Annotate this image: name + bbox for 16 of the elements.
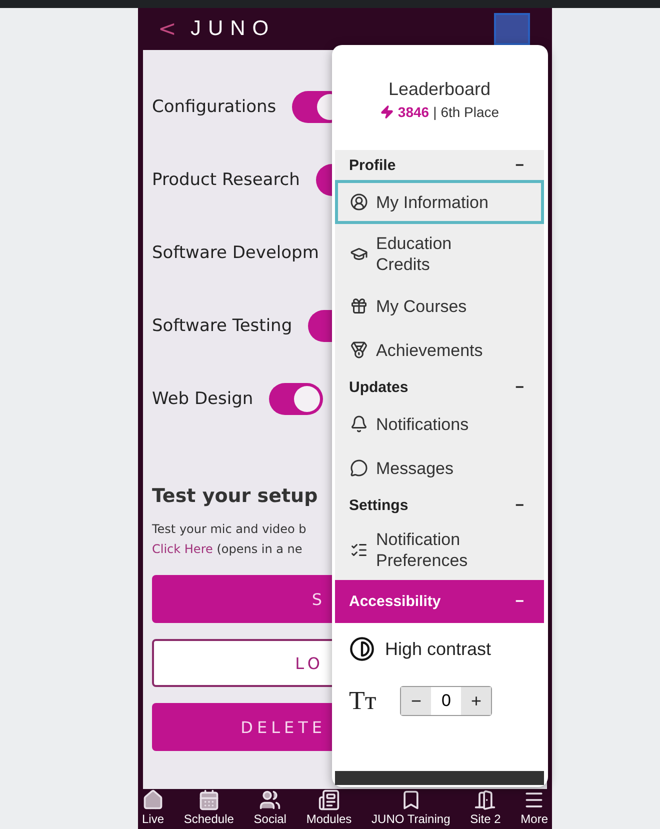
topic-label: Software Testing bbox=[152, 316, 292, 336]
text-size-icon: Tт bbox=[349, 686, 376, 716]
section-title: Updates bbox=[349, 378, 408, 396]
section-heading: Test your setup bbox=[152, 485, 318, 507]
section-title: Accessibility bbox=[349, 593, 441, 610]
topic-label: Product Research bbox=[152, 170, 300, 190]
section-title: Profile bbox=[349, 156, 396, 174]
place: 6th Place bbox=[440, 104, 500, 120]
points: 3846 bbox=[398, 104, 430, 120]
topic-label: Software Developm bbox=[152, 242, 319, 262]
topic-label: Web Design bbox=[152, 388, 254, 408]
app-logo: JUNO bbox=[190, 17, 276, 41]
topic-label: Configurations bbox=[152, 96, 276, 116]
section-title: Settings bbox=[349, 496, 408, 514]
separator: | bbox=[433, 104, 437, 120]
leaderboard-title: Leaderboard bbox=[387, 79, 492, 100]
